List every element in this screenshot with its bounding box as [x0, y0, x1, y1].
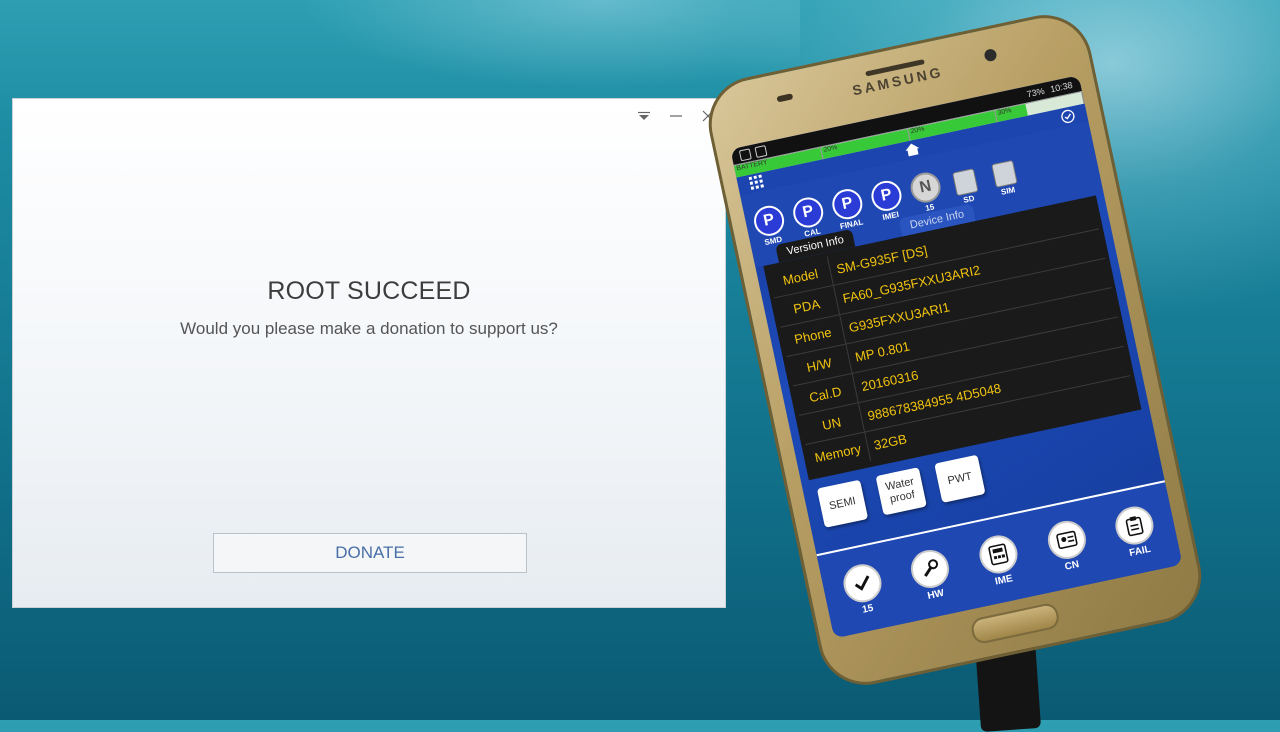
nav-15-button[interactable]: 15 [839, 560, 888, 618]
dialog-message: Would you please make a donation to supp… [180, 319, 558, 338]
calculator-icon [975, 531, 1021, 577]
waterproof-button[interactable]: Water proof [875, 467, 927, 516]
minimize-icon[interactable] [667, 107, 685, 125]
dropdown-menu-icon[interactable] [635, 107, 653, 125]
wrench-icon [907, 545, 953, 591]
pwt-button[interactable]: PWT [934, 454, 986, 503]
grid-menu-icon[interactable] [747, 174, 768, 191]
nav-ime-button[interactable]: IME [975, 531, 1024, 589]
contact-card-icon [1043, 516, 1089, 563]
app-notification-icon [754, 144, 768, 158]
root-result-dialog: ROOT SUCCEED Would you please make a don… [12, 98, 726, 608]
donate-button[interactable]: DONATE [213, 533, 527, 573]
semi-button[interactable]: SEMI [816, 479, 869, 528]
phone-device: SAMSUNG 73% 10:38 BATTERY 20% 20% 30% P … [699, 6, 1211, 694]
home-key[interactable] [969, 601, 1061, 646]
home-icon[interactable] [902, 141, 923, 158]
window-controls [635, 107, 717, 125]
phone-screen: 73% 10:38 BATTERY 20% 20% 30% P SMD P CAL … [730, 75, 1183, 639]
notification-icon [738, 147, 752, 161]
battery-percent: 73% [1025, 85, 1046, 100]
nav-hw-button[interactable]: HW [907, 545, 956, 604]
clipboard-icon [1111, 502, 1158, 548]
clock: 10:38 [1049, 79, 1074, 95]
dialog-title: ROOT SUCCEED [267, 277, 471, 305]
nav-fail-button[interactable]: FAIL [1111, 502, 1160, 560]
nav-cn-button[interactable]: CN [1043, 516, 1092, 575]
check-icon [839, 560, 885, 606]
check-circle-icon[interactable] [1058, 108, 1079, 125]
